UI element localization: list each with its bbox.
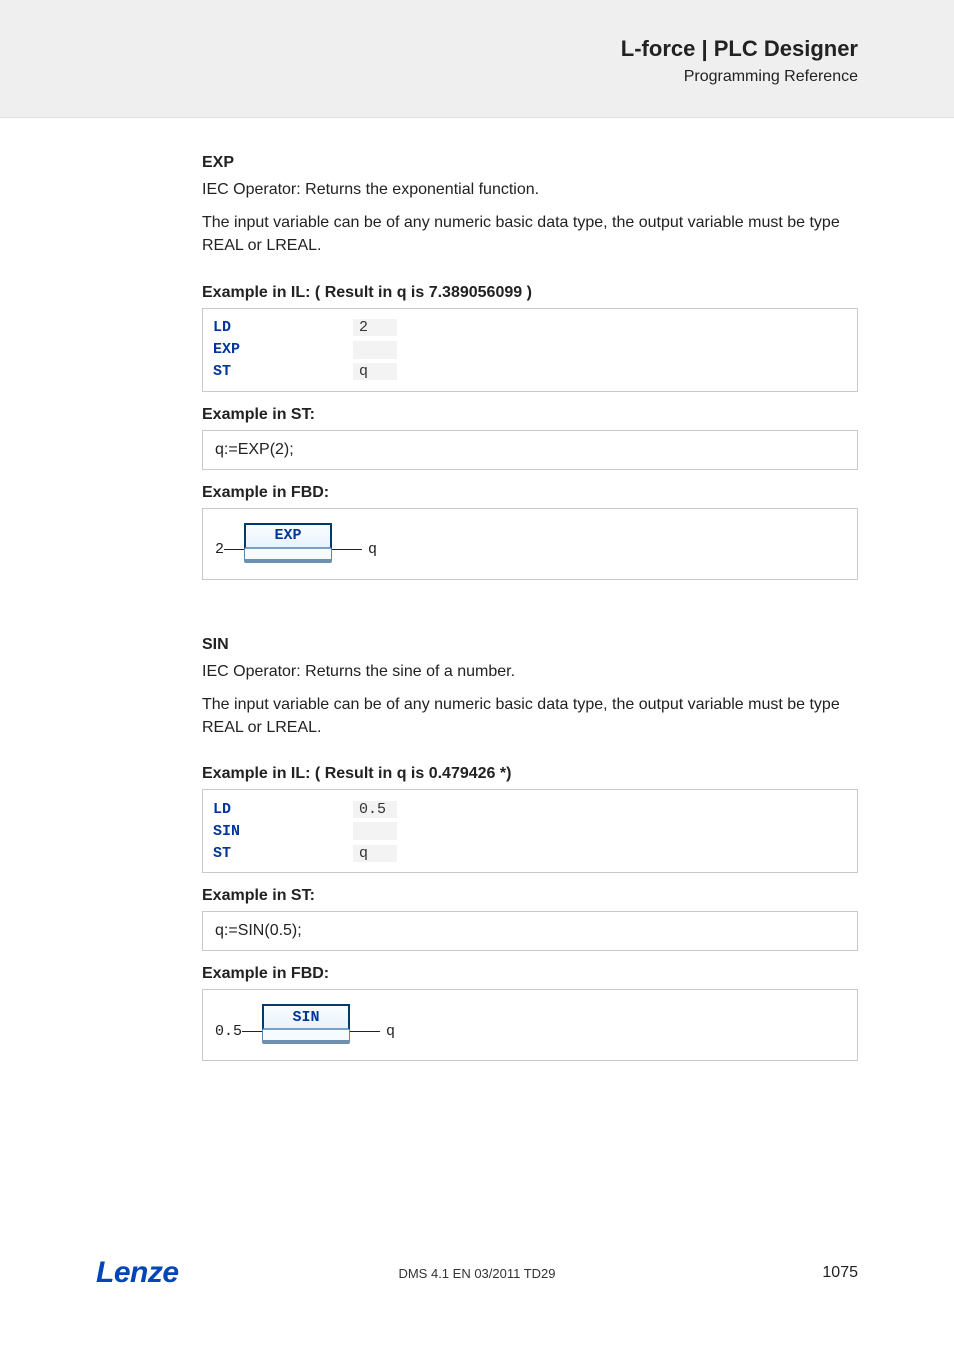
il-row: ST q	[213, 361, 847, 383]
fbd-block: SIN	[262, 1004, 350, 1044]
st-title-sin: Example in ST:	[202, 887, 858, 905]
section-intro1-sin: IEC Operator: Returns the sine of a numb…	[202, 660, 858, 683]
fbd-block-body	[262, 1030, 350, 1044]
il-row: LD 2	[213, 317, 847, 339]
brand-title: L-force | PLC Designer	[0, 36, 858, 62]
st-title-exp: Example in ST:	[202, 406, 858, 424]
fbd-input: 2	[215, 541, 224, 558]
page-footer: Lenze DMS 4.1 EN 03/2011 TD29 1075	[0, 1256, 954, 1290]
fbd-box-sin: 0.5 SIN q	[202, 989, 858, 1061]
il-arg: q	[353, 845, 397, 862]
fbd-wire	[350, 1031, 380, 1032]
brand-subtitle: Programming Reference	[0, 68, 858, 86]
st-code-box-sin: q:=SIN(0.5);	[202, 911, 858, 951]
fbd-diagram: 2 EXP q	[215, 523, 845, 563]
il-keyword: SIN	[213, 823, 353, 840]
fbd-box-exp: 2 EXP q	[202, 508, 858, 580]
fbd-title-sin: Example in FBD:	[202, 965, 858, 983]
il-arg: q	[353, 363, 397, 380]
il-arg: 2	[353, 319, 397, 336]
st-code: q:=EXP(2);	[215, 441, 294, 458]
section-intro2-sin: The input variable can be of any numeric…	[202, 693, 858, 739]
fbd-input: 0.5	[215, 1023, 242, 1040]
footer-doc-id: DMS 4.1 EN 03/2011 TD29	[398, 1266, 555, 1281]
il-keyword: EXP	[213, 341, 353, 358]
il-code-box-exp: LD 2 EXP ST q	[202, 308, 858, 392]
il-row: SIN	[213, 820, 847, 842]
fbd-diagram: 0.5 SIN q	[215, 1004, 845, 1044]
page-content: EXP IEC Operator: Returns the exponentia…	[0, 118, 954, 1061]
il-row: LD 0.5	[213, 798, 847, 820]
fbd-block-label: SIN	[262, 1004, 350, 1030]
fbd-output: q	[368, 541, 377, 558]
il-arg-empty	[353, 822, 397, 840]
section-intro2-exp: The input variable can be of any numeric…	[202, 211, 858, 257]
il-title-sin: Example in IL: ( Result in q is 0.479426…	[202, 765, 858, 783]
il-arg-empty	[353, 341, 397, 359]
il-keyword: LD	[213, 319, 353, 336]
fbd-wire	[332, 549, 362, 550]
il-row: EXP	[213, 339, 847, 361]
il-keyword: ST	[213, 845, 353, 862]
fbd-title-exp: Example in FBD:	[202, 484, 858, 502]
il-row: ST q	[213, 842, 847, 864]
st-code: q:=SIN(0.5);	[215, 922, 302, 939]
il-keyword: LD	[213, 801, 353, 818]
fbd-wire	[224, 549, 244, 550]
section-title-sin: SIN	[202, 636, 858, 654]
il-arg: 0.5	[353, 801, 397, 818]
fbd-output: q	[386, 1023, 395, 1040]
footer-page-number: 1075	[822, 1264, 858, 1282]
fbd-wire	[242, 1031, 262, 1032]
fbd-block-body	[244, 549, 332, 563]
il-title-exp: Example in IL: ( Result in q is 7.389056…	[202, 284, 858, 302]
section-title-exp: EXP	[202, 154, 858, 172]
il-code-box-sin: LD 0.5 SIN ST q	[202, 789, 858, 873]
il-keyword: ST	[213, 363, 353, 380]
section-intro1-exp: IEC Operator: Returns the exponential fu…	[202, 178, 858, 201]
lenze-logo: Lenze	[96, 1256, 179, 1290]
st-code-box-exp: q:=EXP(2);	[202, 430, 858, 470]
fbd-block-label: EXP	[244, 523, 332, 549]
page-header: L-force | PLC Designer Programming Refer…	[0, 0, 954, 118]
fbd-block: EXP	[244, 523, 332, 563]
